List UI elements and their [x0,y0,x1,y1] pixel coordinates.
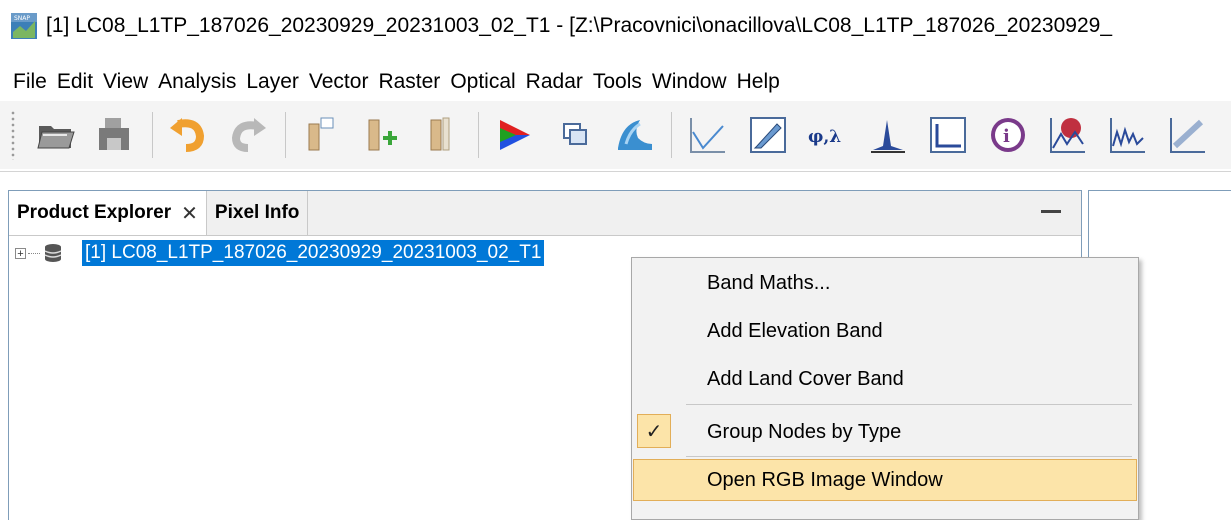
menu-analysis[interactable]: Analysis [153,68,241,96]
time-series-button[interactable] [1106,111,1150,159]
tree-connector [28,252,40,254]
redo-button[interactable] [227,111,271,159]
menu-file[interactable]: File [8,68,52,96]
snap-app-icon: SNAP [11,13,37,39]
menu-view[interactable]: View [98,68,153,96]
open-product-button[interactable] [34,111,78,159]
menu-item-label: Open RGB Image Window [707,468,943,491]
menu-item-open-rgb-image-window[interactable]: Open RGB Image Window [633,459,1137,501]
menu-raster[interactable]: Raster [373,68,445,96]
spectrum-view-button[interactable] [1046,111,1090,159]
menu-window[interactable]: Window [647,68,732,96]
menu-layer[interactable]: Layer [241,68,304,96]
menu-item-group-nodes-by-type[interactable]: ✓ Group Nodes by Type [633,411,1137,453]
toolbar-separator [285,112,286,158]
undo-icon [170,118,205,152]
svg-text:φ,λ: φ,λ [808,127,841,147]
svg-text:i: i [1003,126,1010,147]
import-band-button[interactable] [360,111,404,159]
histogram-icon [871,120,905,153]
scatter-plot-icon [1170,118,1205,153]
spectrum-view-icon [1050,118,1085,153]
new-band-button[interactable] [300,111,344,159]
save-product-button[interactable] [94,111,138,159]
import-band-icon [368,119,397,151]
menu-item-label: Add Elevation Band [707,319,883,342]
main-toolbar: φ,λ i [0,101,1231,169]
save-product-icon [99,118,129,150]
tab-pixel-info[interactable]: Pixel Info [207,191,309,235]
menu-edit[interactable]: Edit [52,68,98,96]
profile-plot-icon [690,118,725,153]
menu-tools[interactable]: Tools [588,68,647,96]
export-band-button[interactable] [420,111,464,159]
toolbar-separator [671,112,672,158]
context-menu: Band Maths... Add Elevation Band Add Lan… [631,257,1139,520]
wave-button[interactable] [613,111,657,159]
menu-separator [686,404,1132,405]
toolbar-divider [0,171,1231,172]
geocoding-button[interactable]: φ,λ [806,111,850,159]
menu-item-label: Band Maths... [707,271,831,294]
menu-bar: File Edit View Analysis Layer Vector Ras… [0,64,1231,100]
rgb-image-icon [500,120,530,150]
menu-item-add-land-cover-band[interactable]: Add Land Cover Band [633,358,1137,400]
edit-icon [750,117,786,153]
menu-help[interactable]: Help [732,68,785,96]
windows-icon [563,123,587,145]
menu-separator [686,456,1132,457]
tab-product-explorer[interactable]: Product Explorer ✕ [9,191,207,235]
profile-plot-button[interactable] [686,111,730,159]
product-node-label[interactable]: [1] LC08_L1TP_187026_20230929_20231003_0… [82,240,545,266]
window-title: [1] LC08_L1TP_187026_20230929_20231003_0… [46,14,1113,37]
scatter-button[interactable] [926,111,970,159]
toolbar-separator [478,112,479,158]
menu-item-band-maths[interactable]: Band Maths... [633,262,1137,304]
menu-item-label: Add Land Cover Band [707,367,904,390]
title-bar: SNAP [1] LC08_L1TP_187026_20230929_20231… [0,0,1231,52]
product-database-icon [44,244,62,262]
time-series-icon [1110,118,1145,153]
windows-button[interactable] [553,111,597,159]
undo-button[interactable] [167,111,211,159]
minimize-icon[interactable] [1041,210,1061,213]
menu-optical[interactable]: Optical [445,68,520,96]
new-band-icon [308,117,334,151]
panel-tab-strip: Product Explorer ✕ Pixel Info [9,191,1081,236]
menu-item-label: Group Nodes by Type [707,420,902,443]
info-icon: i [991,118,1025,152]
wave-icon [618,120,652,150]
rgb-image-button[interactable] [493,111,537,159]
expand-icon[interactable]: + [15,247,26,259]
product-tree-node[interactable]: + [1] LC08_L1TP_187026_20230929_20231003… [15,239,545,267]
toolbar-separator [152,112,153,158]
toolbar-grip[interactable] [10,110,16,160]
svg-text:SNAP: SNAP [14,15,30,22]
close-icon[interactable]: ✕ [181,201,198,226]
export-band-icon [430,117,450,151]
menu-item-add-elevation-band[interactable]: Add Elevation Band [633,310,1137,352]
scatter-icon [930,117,966,153]
tab-pixel-info-label: Pixel Info [214,202,300,223]
scatter-plot-button[interactable] [1166,111,1210,159]
edit-button[interactable] [746,111,790,159]
menu-vector[interactable]: Vector [304,68,374,96]
redo-icon [231,118,266,152]
histogram-button[interactable] [866,111,910,159]
checkmark-icon: ✓ [637,414,671,448]
tab-product-explorer-label: Product Explorer [17,202,172,223]
menu-radar[interactable]: Radar [521,68,588,96]
geocoding-icon: φ,λ [808,127,841,147]
open-product-icon [37,126,75,149]
info-button[interactable]: i [986,111,1030,159]
